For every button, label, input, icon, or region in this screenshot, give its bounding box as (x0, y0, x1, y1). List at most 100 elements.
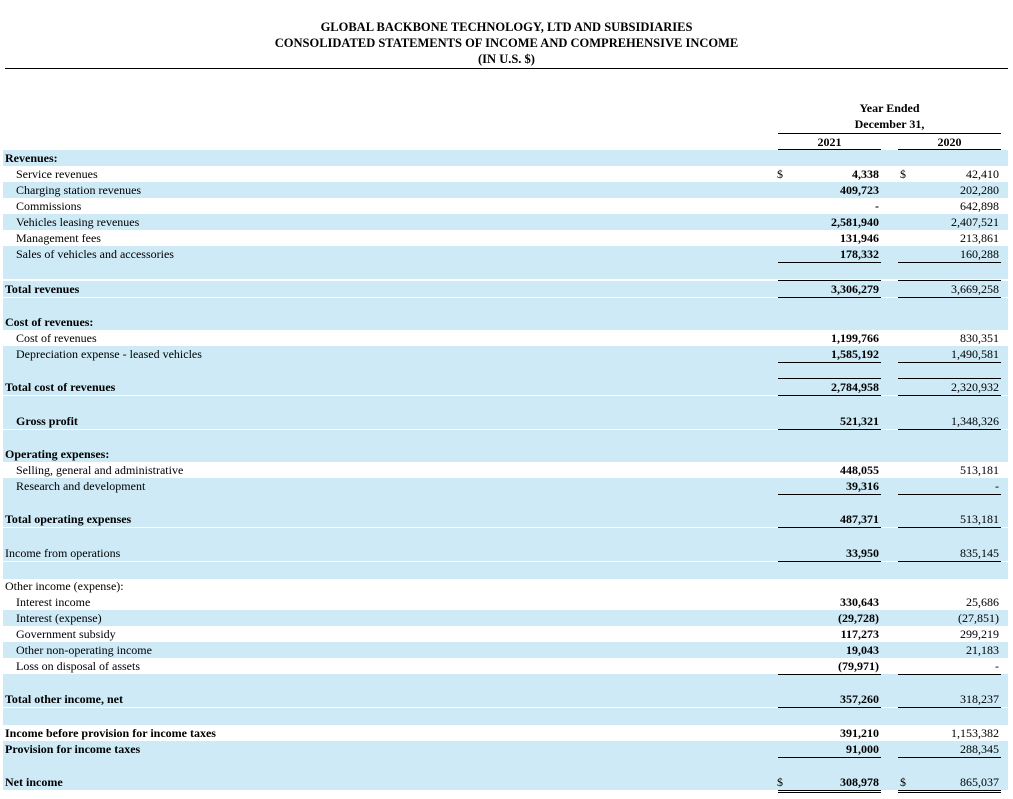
period-heading-rule (778, 133, 1001, 134)
subtotal-underline (898, 561, 1001, 562)
subtotal-underline (898, 757, 1001, 758)
value-2021: 117,273 (840, 627, 879, 641)
value-2020: 299,219 (960, 627, 999, 641)
value-2021: 178,332 (840, 247, 879, 261)
subtotal-underline (778, 395, 881, 396)
value-2021: 521,321 (840, 414, 879, 428)
subtotal-underline (898, 674, 1001, 675)
value-2020: 288,345 (960, 742, 999, 756)
spacer-band (3, 430, 1008, 447)
value-2020: 835,145 (960, 546, 999, 560)
statement-row: Research and development 39,316 - (3, 478, 1008, 494)
subtotal-underline (778, 297, 881, 298)
value-2021: 330,643 (840, 595, 879, 609)
row-label: Vehicles leasing revenues (16, 215, 140, 229)
subtotal-underline (898, 707, 1001, 708)
statement-row: Revenues: (3, 150, 1008, 166)
value-2021: 1,585,192 (831, 347, 879, 361)
value-2021: 4,338 (852, 167, 879, 181)
spacer-band (3, 298, 1008, 315)
value-2020: 865,037 (960, 775, 999, 789)
subtotal-underline (898, 527, 1001, 528)
subtotal-underline (898, 429, 1001, 430)
spacer-band (3, 757, 1008, 774)
statement-row: Charging station revenues 409,723 202,280 (3, 182, 1008, 198)
statement-row: Interest (expense) (29,728) (27,851) (3, 610, 1008, 626)
statement-row: Cost of revenues: (3, 314, 1008, 330)
value-2020: 642,898 (960, 199, 999, 213)
value-2020: 2,320,932 (951, 380, 999, 394)
row-label: Loss on disposal of assets (16, 659, 140, 673)
value-2020: 160,288 (960, 247, 999, 261)
value-2020: 21,183 (966, 643, 999, 657)
subtotal-underline (898, 362, 1001, 363)
spacer-band (3, 708, 1008, 725)
value-2020: 42,410 (966, 167, 999, 181)
statement-row: Selling, general and administrative 448,0… (3, 462, 1008, 478)
value-2020: 830,351 (960, 331, 999, 345)
value-2020: 318,237 (960, 692, 999, 706)
value-2020: (27,851) (958, 611, 999, 625)
subtotal-underline (778, 561, 881, 562)
row-label: Selling, general and administrative (16, 463, 184, 477)
statement-row: Income before provision for income taxes… (3, 725, 1008, 741)
value-2020: 1,153,382 (951, 726, 999, 740)
subtotal-underline (778, 362, 881, 363)
value-2021: 2,581,940 (831, 215, 879, 229)
statement-row: Total cost of revenues 2,784,958 2,320,932 (3, 379, 1008, 395)
spacer-band (3, 562, 1008, 579)
statement-row: Government subsidy 117,273 299,219 (3, 626, 1008, 642)
period-heading-line1: Year Ended (859, 101, 920, 115)
row-label: Total cost of revenues (5, 380, 116, 394)
company-name: GLOBAL BACKBONE TECHNOLOGY, LTD AND SUBS… (320, 20, 693, 34)
subtotal-underline (778, 494, 881, 495)
row-label: Revenues: (5, 151, 58, 165)
grand-total-double-underline (898, 790, 1001, 793)
row-label: Management fees (16, 231, 101, 245)
spacer-band (3, 262, 1008, 279)
column-year-2020: 2020 (937, 135, 962, 149)
value-2021: (29,728) (838, 611, 879, 625)
total-overline (778, 280, 881, 281)
value-2020: 202,280 (960, 183, 999, 197)
subtotal-underline (778, 707, 881, 708)
spacer-band (3, 362, 1008, 379)
row-label: Interest income (16, 595, 91, 609)
statement-row: Gross profit 521,321 1,348,326 (3, 413, 1008, 429)
statement-row: Service revenues $4,338 $42,410 (3, 166, 1008, 182)
value-2021: 39,316 (846, 479, 879, 493)
value-2021: (79,971) (838, 659, 879, 673)
row-label: Total operating expenses (5, 512, 132, 526)
value-2020: 25,686 (966, 595, 999, 609)
row-label: Cost of revenues (16, 331, 97, 345)
row-label: Interest (expense) (16, 611, 102, 625)
row-label: Cost of revenues: (5, 315, 94, 329)
grand-total-double-underline (778, 790, 881, 793)
value-2021: 2,784,958 (831, 380, 879, 394)
subtotal-underline (898, 262, 1001, 263)
subtotal-underline (778, 527, 881, 528)
statement-row: Total revenues 3,306,279 3,669,258 (3, 281, 1008, 297)
row-label: Other income (expense): (5, 579, 124, 593)
value-2021: 409,723 (840, 183, 879, 197)
statement-row: Management fees 131,946 213,861 (3, 230, 1008, 246)
value-2021: 357,260 (840, 692, 879, 706)
column-year-2021: 2021 (817, 135, 842, 149)
statement-row: Sales of vehicles and accessories 178,332… (3, 246, 1008, 262)
value-2020: - (995, 479, 999, 493)
row-label: Service revenues (16, 167, 98, 181)
statement-row: Depreciation expense - leased vehicles 1,… (3, 346, 1008, 362)
statement-row: Operating expenses: (3, 446, 1008, 462)
row-label: Gross profit (16, 414, 78, 428)
subtotal-underline (778, 674, 881, 675)
spacer-band (3, 674, 1008, 691)
statement-row: Provision for income taxes 91,000 288,345 (3, 741, 1008, 757)
row-label: Charging station revenues (16, 183, 142, 197)
value-2020: - (995, 659, 999, 673)
value-2021: 448,055 (840, 463, 879, 477)
subtotal-underline (778, 429, 881, 430)
statement-row: Cost of revenues 1,199,766 830,351 (3, 330, 1008, 346)
period-heading-line2: December 31, (854, 117, 925, 131)
header-rule (5, 68, 1008, 69)
subtotal-underline (778, 757, 881, 758)
